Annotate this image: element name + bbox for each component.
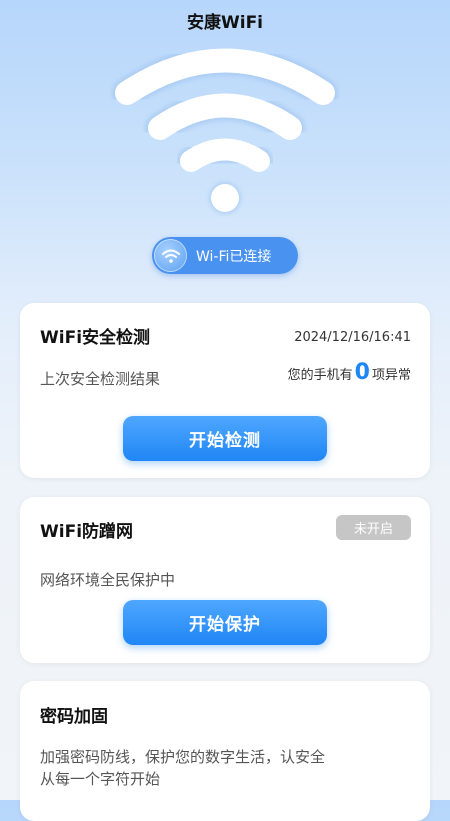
abnormal-summary: 您的手机有 0 项异常 [287, 360, 411, 385]
password-desc-line2: 从每一个字符开始 [40, 770, 161, 788]
password-card[interactable]: 密码加固 加强密码防线，保护您的数字生活，认安全 从每一个字符开始 [20, 681, 430, 821]
anti-leech-desc: 网络环境全民保护中 [40, 571, 176, 589]
wifi-status-pill[interactable]: Wi-Fi已连接 [152, 237, 298, 274]
last-result-label: 上次安全检测结果 [40, 370, 161, 388]
anti-leech-card: WiFi防蹭网 未开启 网络环境全民保护中 开始保护 [20, 497, 430, 663]
wifi-small-icon [154, 239, 187, 272]
abnormal-prefix: 您的手机有 [287, 368, 353, 383]
wifi-large-icon [112, 48, 338, 214]
app-title: 安康WiFi [186, 13, 264, 33]
start-check-button[interactable]: 开始检测 [123, 416, 327, 461]
anti-leech-title: WiFi防蹭网 [40, 522, 134, 542]
password-title: 密码加固 [40, 707, 108, 727]
wifi-status-label: Wi-Fi已连接 [196, 248, 272, 265]
status-badge: 未开启 [336, 515, 411, 540]
start-protect-button[interactable]: 开始保护 [123, 600, 327, 645]
security-check-title: WiFi安全检测 [40, 328, 151, 348]
password-desc-line1: 加强密码防线，保护您的数字生活，认安全 [40, 748, 326, 766]
last-check-timestamp: 2024/12/16/16:41 [294, 330, 411, 345]
security-check-card: WiFi安全检测 2024/12/16/16:41 上次安全检测结果 您的手机有… [20, 303, 430, 478]
abnormal-count: 0 [354, 360, 370, 385]
abnormal-suffix: 项异常 [371, 368, 411, 383]
